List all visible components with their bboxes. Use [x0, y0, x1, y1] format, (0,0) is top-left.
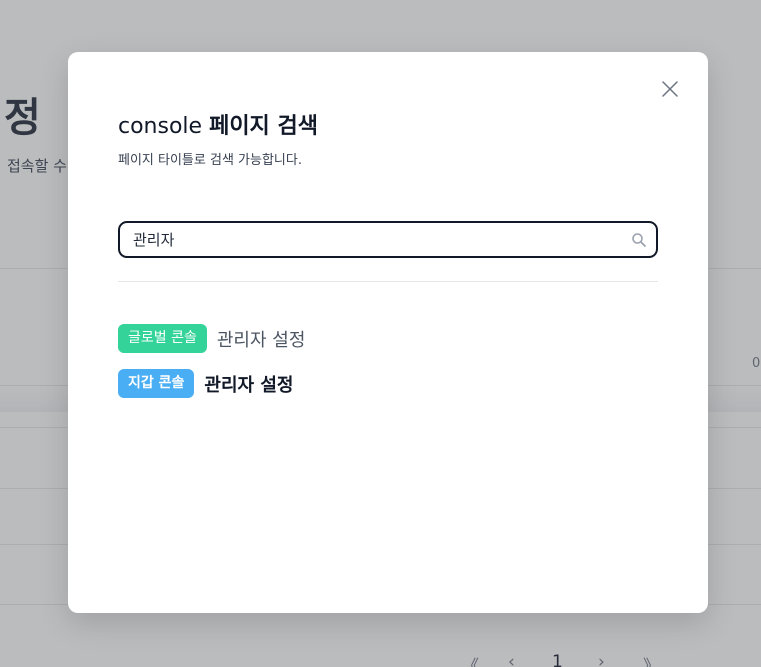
search-result-item[interactable]: 글로벌 콘솔 관리자 설정: [118, 324, 305, 353]
modal-title-main: 페이지 검색: [209, 114, 318, 139]
divider: [118, 281, 658, 282]
close-icon: [662, 81, 678, 97]
close-button[interactable]: [657, 76, 683, 102]
search-result-item[interactable]: 지갑 콘솔 관리자 설정: [118, 369, 293, 398]
modal-title-prefix: console: [118, 114, 203, 139]
modal-title: console 페이지 검색: [118, 108, 318, 140]
search-field[interactable]: [118, 221, 658, 258]
result-label: 관리자 설정: [216, 329, 306, 351]
result-badge: 글로벌 콘솔: [118, 324, 207, 353]
page-search-modal: console 페이지 검색 페이지 타이틀로 검색 가능합니다. 글로벌 콘솔…: [68, 52, 708, 613]
result-badge: 지갑 콘솔: [118, 369, 195, 398]
search-input[interactable]: [133, 223, 623, 256]
result-label: 관리자 설정: [204, 374, 294, 396]
modal-description: 페이지 타이틀로 검색 가능합니다.: [118, 153, 302, 168]
search-icon[interactable]: [631, 232, 647, 248]
